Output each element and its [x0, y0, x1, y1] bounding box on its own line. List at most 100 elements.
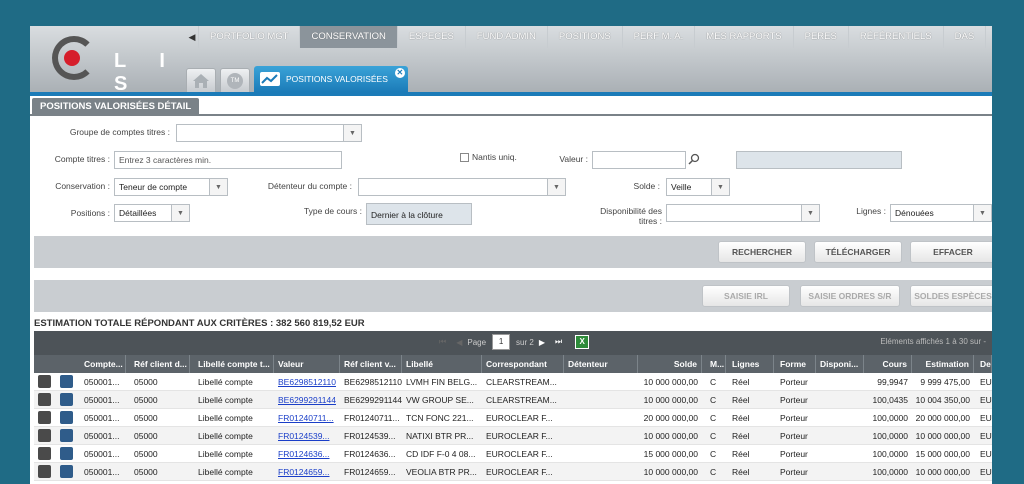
table-row[interactable]: 050001... 05000 Libellé compte FR01240711..… [34, 409, 992, 427]
table-cell: EUROCLEAR F... [486, 467, 553, 477]
nav-item-4[interactable]: POSITIONS [546, 26, 622, 48]
nav-item-7[interactable]: PERES [792, 26, 848, 48]
solde-select[interactable]: Veille ▼ [666, 178, 730, 196]
lignes-select[interactable]: Dénouées ▼ [890, 204, 992, 222]
nav-item-6[interactable]: MES RAPPORTS [694, 26, 792, 48]
column-header[interactable]: Réf client v... [340, 355, 402, 373]
column-header[interactable]: Compte... [80, 355, 126, 373]
table-cell: 10 000 000,00 [915, 467, 970, 477]
document-icon[interactable] [60, 465, 73, 478]
section-bar: POSITIONS VALORISÉES DÉTAIL [30, 92, 992, 116]
prev-page-icon[interactable]: ◀ [456, 338, 462, 347]
column-header[interactable]: Réf client d... [130, 355, 190, 373]
column-header[interactable]: Disponi... [816, 355, 864, 373]
table-cell: EU [980, 413, 992, 423]
table-cell: 05000 [134, 467, 158, 477]
column-header[interactable]: Libellé compte t... [194, 355, 274, 373]
table-cell: 100,0000 [872, 449, 908, 459]
table-cell: 9 999 475,00 [920, 377, 970, 387]
zoom-icon[interactable] [38, 447, 51, 460]
table-row[interactable]: 050001... 05000 Libellé compte FR0124539...… [34, 427, 992, 445]
table-cell: 10 000 000,00 [643, 395, 698, 405]
disponibilite-select[interactable]: ▼ [666, 204, 820, 222]
nav-left-arrow-icon[interactable]: ◀ [186, 26, 198, 48]
type-cours-value: Dernier à la clôture [366, 203, 472, 225]
document-icon[interactable] [60, 447, 73, 460]
valeur-link[interactable]: FR01240711... [274, 409, 340, 427]
column-header[interactable]: Estimation [910, 355, 974, 373]
table-row[interactable]: 050001... 05000 Libellé compte FR0124659...… [34, 463, 992, 481]
valeur-link[interactable]: BE6298512110 [274, 373, 340, 391]
next-page-icon[interactable]: ▶ [539, 338, 545, 347]
tm-tab[interactable]: TM [220, 68, 250, 92]
nav-item-9[interactable]: DAS [942, 26, 986, 48]
column-header[interactable]: Cours [864, 355, 912, 373]
nav-item-5[interactable]: PERF M. A. [621, 26, 695, 48]
valeur-link[interactable]: FR0124636... [274, 445, 340, 463]
column-header[interactable]: Forme [776, 355, 816, 373]
table-cell: Libellé compte [198, 431, 253, 441]
first-page-icon[interactable]: ⏮ [439, 337, 446, 347]
table-row[interactable]: 050001... 05000 Libellé compte FR0124636...… [34, 445, 992, 463]
saisie-ordres-button[interactable]: SAISIE ORDRES S/R [800, 285, 900, 307]
nav-item-0[interactable]: PORTFOLIO MGT [198, 26, 299, 48]
nav-item-1[interactable]: CONSERVATION [299, 26, 397, 48]
last-page-icon[interactable]: ⏭ [555, 337, 562, 347]
document-icon[interactable] [60, 429, 73, 442]
nav-item-2[interactable]: ESPECES [396, 26, 465, 48]
search-icon[interactable] [688, 153, 700, 165]
column-header[interactable]: Correspondant [482, 355, 564, 373]
saisie-irl-button[interactable]: SAISIE IRL [702, 285, 790, 307]
column-header[interactable]: M... [706, 355, 726, 373]
document-icon[interactable] [60, 375, 73, 388]
tab-positions-valorisees[interactable]: POSITIONS VALORISÉES ✕ [254, 66, 408, 92]
close-tab-icon[interactable]: ✕ [394, 68, 405, 78]
home-icon [193, 73, 209, 88]
table-cell: C [710, 377, 717, 387]
detenteur-select[interactable]: ▼ [358, 178, 566, 196]
column-header[interactable]: Détenteur [564, 355, 638, 373]
table-row[interactable]: 050001... 05000 Libellé compte BE6299291144… [34, 391, 992, 409]
table-cell: 05000 [134, 449, 158, 459]
groupe-select[interactable]: ▼ [176, 124, 362, 142]
table-cell: 050001... [84, 449, 120, 459]
table-cell: C [710, 467, 717, 477]
column-header[interactable]: Dev [976, 355, 992, 373]
nav-item-10[interactable]: NOS SOLUTIO [985, 26, 992, 48]
home-tab[interactable] [186, 68, 216, 92]
nav-item-8[interactable]: RÉFÉRENTIELS [847, 26, 943, 48]
table-cell: Réel [732, 395, 750, 405]
table-row[interactable]: 050001... 05000 Libellé compte BE6298512110… [34, 373, 992, 391]
valeur-input[interactable] [592, 151, 686, 169]
nantis-checkbox[interactable] [460, 153, 469, 162]
page-input[interactable]: 1 [492, 334, 511, 350]
positions-select[interactable]: Détaillées ▼ [114, 204, 190, 222]
soldes-especes-button[interactable]: SOLDES ESPÈCES [910, 285, 992, 307]
valeur-link[interactable]: FR0124659... [274, 463, 340, 481]
nav-item-3[interactable]: FUND ADMIN [464, 26, 547, 48]
zoom-icon[interactable] [38, 411, 51, 424]
valeur-link[interactable]: BE6299291144 [274, 391, 340, 409]
valeur-link[interactable]: FR0124539... [274, 427, 340, 445]
excel-export-icon[interactable]: X [575, 335, 590, 349]
table-cell: BE6299291144 [344, 395, 402, 405]
zoom-icon[interactable] [38, 429, 51, 442]
zoom-icon[interactable] [38, 465, 51, 478]
tab-label: POSITIONS VALORISÉES [286, 74, 388, 84]
zoom-icon[interactable] [38, 393, 51, 406]
column-header[interactable]: Lignes [728, 355, 774, 373]
rechercher-button[interactable]: RECHERCHER [718, 241, 806, 263]
column-header[interactable]: Libellé [402, 355, 482, 373]
effacer-button[interactable]: EFFACER [910, 241, 992, 263]
column-header[interactable]: Valeur [274, 355, 340, 373]
app-window: L I S ◀ PORTFOLIO MGT CONSERVATION ESPECES… [30, 26, 992, 484]
telecharger-button[interactable]: TÉLÉCHARGER [814, 241, 902, 263]
document-icon[interactable] [60, 411, 73, 424]
table-cell: EU [980, 377, 992, 387]
table-cell: Libellé compte [198, 377, 253, 387]
document-icon[interactable] [60, 393, 73, 406]
compte-input[interactable]: Entrez 3 caractères min. [114, 151, 342, 169]
column-header[interactable]: Solde [638, 355, 702, 373]
zoom-icon[interactable] [38, 375, 51, 388]
conservation-select[interactable]: Teneur de compte ▼ [114, 178, 228, 196]
